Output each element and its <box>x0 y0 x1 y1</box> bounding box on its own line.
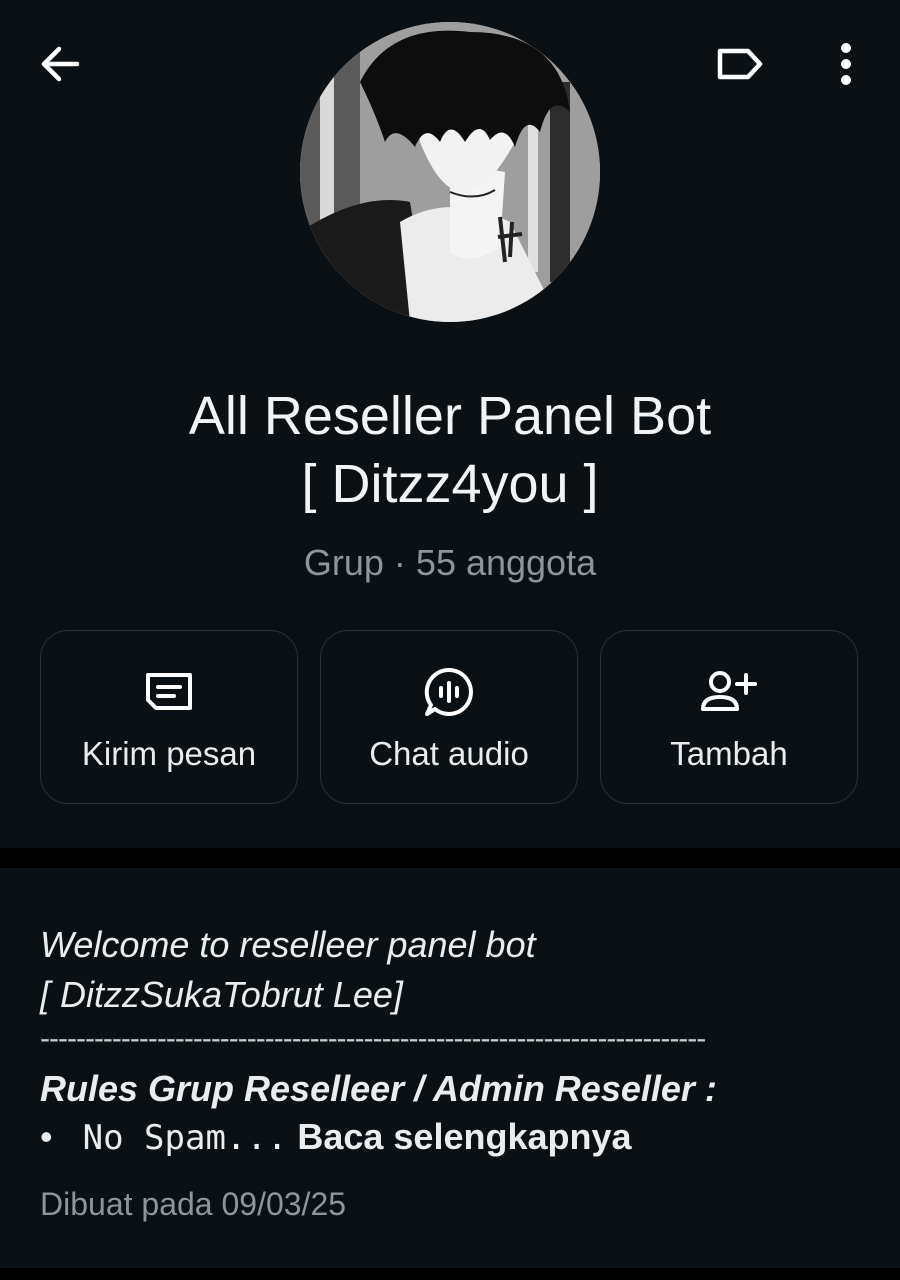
bottom-divider <box>0 1268 900 1280</box>
created-date: Dibuat pada 09/03/25 <box>40 1186 347 1222</box>
bullet-text: No Spam... <box>82 1118 288 1158</box>
group-description[interactable]: Welcome to reselleer panel bot [ DitzzSu… <box>0 868 900 1268</box>
description-separator: ----------------------------------------… <box>40 1022 706 1055</box>
read-more-link[interactable]: Baca selengkapnya <box>297 1116 631 1157</box>
add-person-icon <box>601 667 857 717</box>
label-button[interactable] <box>710 34 770 94</box>
send-message-button[interactable]: Kirim pesan <box>40 630 298 804</box>
group-title: All Reseller Panel Bot [ Ditzz4you ] <box>0 382 900 518</box>
group-title-line1: All Reseller Panel Bot <box>188 386 712 446</box>
group-info-header: All Reseller Panel Bot [ Ditzz4you ] Gru… <box>0 0 900 848</box>
avatar-image <box>300 22 600 322</box>
audio-chat-label: Chat audio <box>369 735 529 772</box>
add-member-label: Tambah <box>670 735 788 772</box>
send-message-label: Kirim pesan <box>81 735 257 772</box>
add-member-button[interactable]: Tambah <box>600 630 858 804</box>
bullet: • <box>40 1116 53 1157</box>
description-rules-heading: Rules Grup Reselleer / Admin Reseller : <box>40 1068 717 1109</box>
more-options-button[interactable] <box>816 34 876 94</box>
group-member-count: Grup · 55 anggota <box>303 542 597 583</box>
description-bullet-line: • No Spam... Baca selengkapnya <box>40 1116 632 1158</box>
audio-chat-icon <box>321 667 577 717</box>
label-tag-icon <box>717 48 763 80</box>
description-line-2: [ DitzzSukaTobrut Lee] <box>40 974 403 1015</box>
audio-chat-button[interactable]: Chat audio <box>320 630 578 804</box>
action-buttons: Kirim pesan Chat audio Tambah <box>40 630 860 806</box>
message-icon <box>41 667 297 717</box>
more-vertical-icon <box>841 43 851 85</box>
group-avatar[interactable] <box>300 22 600 322</box>
section-divider <box>0 848 900 868</box>
back-button[interactable] <box>30 34 90 94</box>
arrow-left-icon <box>41 46 80 82</box>
group-title-line2: [ Ditzz4you ] <box>301 454 599 514</box>
description-line-1: Welcome to reselleer panel bot <box>40 924 536 965</box>
